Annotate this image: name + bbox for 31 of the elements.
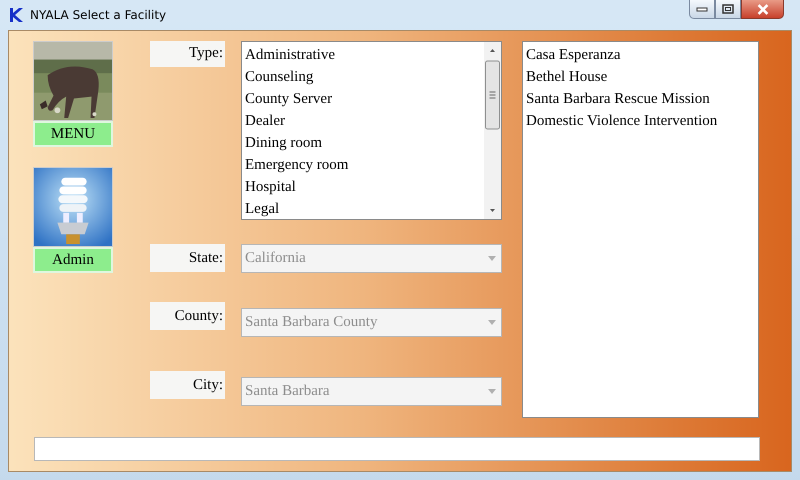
tile-button[interactable]: Admin [33, 247, 113, 273]
facility-list[interactable]: Casa Esperanza Bethel House Santa Barbara Rescue Mission Domestic Violence Intervention [522, 41, 759, 418]
list-item[interactable]: Dealer [245, 110, 484, 132]
close-icon [756, 4, 770, 14]
list-item[interactable]: Casa Esperanza [526, 44, 755, 66]
minimize-button[interactable] [689, 0, 715, 19]
list-item[interactable]: Administrative [245, 44, 484, 66]
maximize-button[interactable] [715, 0, 741, 19]
maximize-icon [722, 4, 734, 14]
list-item[interactable]: County Server [245, 88, 484, 110]
list-item[interactable]: Santa Barbara Rescue Mission [526, 88, 755, 110]
window-title: NYALA Select a Facility [30, 8, 166, 22]
app-logo-icon [8, 7, 24, 23]
list-item[interactable]: Dining room [245, 132, 484, 154]
list-item[interactable]: Emergency room [245, 154, 484, 176]
list-item[interactable]: Legal [245, 198, 484, 220]
list-item[interactable]: Hospital [245, 176, 484, 198]
tile-button[interactable]: MENU [33, 121, 113, 147]
list-item[interactable]: Domestic Violence Intervention [526, 110, 755, 132]
type-list[interactable]: Administrative Counseling County Server Dealer Dining room Emergency room Hospital Legal [241, 41, 502, 220]
field-label: State: [150, 244, 225, 272]
caret-icon [488, 320, 496, 325]
field-label: Type: [150, 41, 225, 67]
close-button[interactable] [741, 0, 784, 19]
list-item[interactable]: Counseling [245, 66, 484, 88]
caret-icon [488, 256, 496, 261]
list-item[interactable]: Bethel House [526, 66, 755, 88]
field-label: City: [150, 371, 225, 399]
scrollbar[interactable] [484, 42, 501, 219]
caret-icon [488, 389, 496, 394]
field-label: County: [150, 302, 225, 330]
